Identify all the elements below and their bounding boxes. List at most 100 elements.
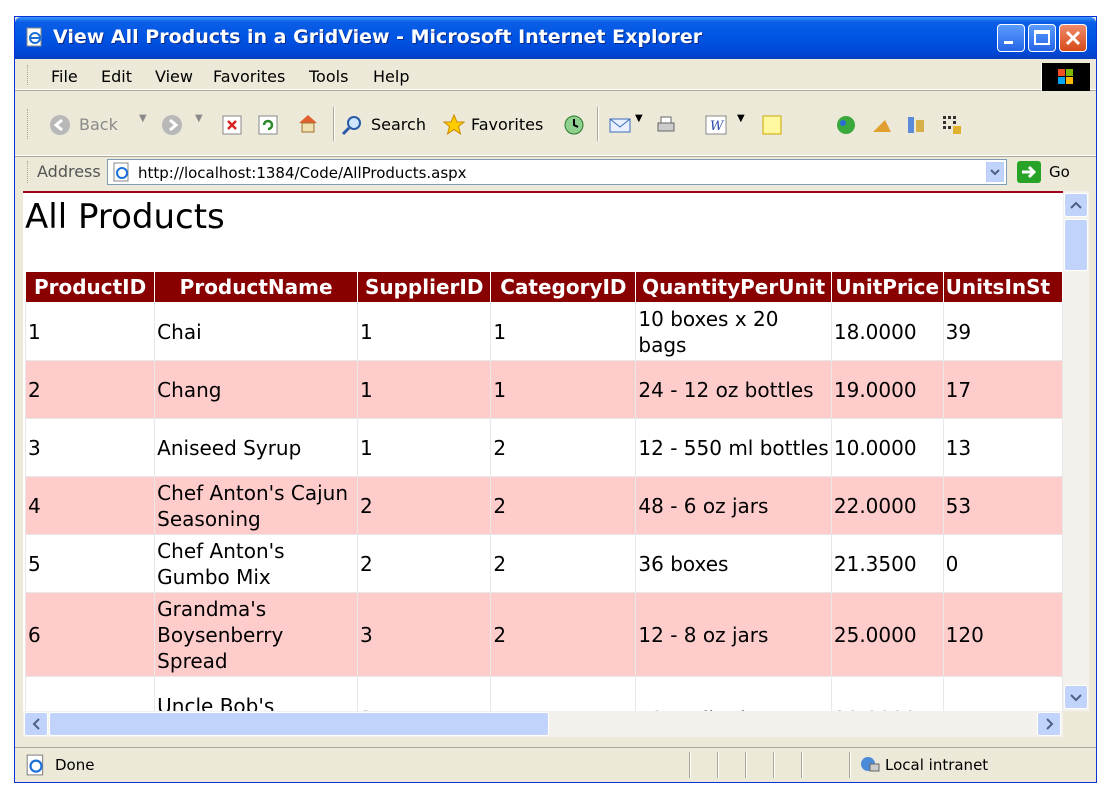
table-cell: 24 - 12 oz bottles (635, 360, 832, 419)
horizontal-scroll-thumb[interactable] (49, 712, 549, 736)
status-divider (717, 752, 718, 778)
edit-dropdown-icon[interactable]: ▼ (737, 113, 745, 124)
back-dropdown-icon[interactable]: ▼ (139, 113, 147, 124)
address-grip[interactable] (27, 161, 31, 183)
table-cell: 15 (942, 676, 1063, 713)
close-icon (1065, 30, 1081, 46)
scroll-left-button[interactable] (24, 712, 48, 736)
menu-help[interactable]: Help (373, 67, 409, 86)
history-icon[interactable] (563, 114, 585, 136)
table-cell: 3 (357, 592, 492, 677)
table-cell: 17 (942, 360, 1063, 419)
messenger-icon[interactable] (835, 114, 857, 136)
maximize-icon (1034, 30, 1050, 45)
table-cell: 48 - 6 oz jars (635, 476, 832, 535)
table-cell: 1 (357, 418, 492, 477)
scrollbar-corner (1063, 711, 1089, 737)
vertical-scrollbar[interactable] (1063, 191, 1089, 711)
home-icon[interactable] (297, 112, 319, 134)
table-cell: 21.3500 (830, 534, 944, 593)
maximize-button[interactable] (1028, 24, 1056, 52)
favorites-button[interactable]: Favorites (443, 111, 547, 139)
back-button[interactable]: Back ▼ (49, 111, 149, 139)
table-cell: 2 (490, 476, 637, 535)
table-cell: 2 (357, 534, 492, 593)
vertical-scroll-thumb[interactable] (1064, 219, 1088, 271)
column-header: SupplierID (357, 271, 492, 303)
ie-page-icon (26, 27, 42, 47)
scroll-down-button[interactable] (1064, 685, 1088, 709)
stop-icon[interactable] (221, 114, 243, 136)
word-edit-icon[interactable]: W (705, 114, 727, 136)
close-button[interactable] (1059, 24, 1087, 52)
mail-icon[interactable] (609, 114, 631, 136)
scroll-right-button[interactable] (1037, 712, 1061, 736)
scroll-up-button[interactable] (1064, 193, 1088, 217)
chevron-left-icon (32, 718, 40, 730)
page-icon (113, 162, 129, 182)
status-divider (849, 752, 850, 778)
menu-file[interactable]: File (51, 67, 78, 86)
table-cell: 39 (942, 302, 1063, 361)
go-label[interactable]: Go (1049, 163, 1070, 181)
go-arrow-icon (1022, 165, 1037, 179)
table-row: 3 Aniseed Syrup 1 2 12 - 550 ml bottles … (24, 418, 1063, 477)
table-cell: 36 boxes (635, 534, 832, 593)
address-dropdown-button[interactable] (986, 162, 1004, 182)
go-button[interactable] (1017, 161, 1041, 183)
chevron-right-icon (1046, 718, 1054, 730)
table-cell: 10 boxes x 20 bags (635, 302, 832, 361)
table-cell: 1 (490, 302, 637, 361)
mail-dropdown-icon[interactable]: ▼ (635, 113, 643, 124)
table-cell: 18.0000 (830, 302, 944, 361)
table-row: 6 Grandma's Boysenberry Spread 3 2 12 - … (24, 592, 1063, 677)
table-cell: Chef Anton's Cajun Seasoning (154, 476, 359, 535)
research-icon[interactable] (871, 114, 893, 136)
local-intranet-icon (861, 757, 880, 772)
chevron-down-icon (1070, 694, 1082, 702)
menu-tools[interactable]: Tools (309, 67, 348, 86)
table-cell: 1 (357, 360, 492, 419)
toolbar-grip[interactable] (27, 109, 31, 139)
status-divider (689, 752, 690, 778)
table-cell: 7 (24, 676, 156, 713)
menu-edit[interactable]: Edit (101, 67, 132, 86)
address-label: Address (37, 162, 101, 181)
minimize-button[interactable] (997, 24, 1025, 52)
column-header: ProductName (154, 271, 359, 303)
related-links-icon[interactable] (905, 114, 927, 136)
horizontal-scrollbar[interactable] (23, 711, 1063, 737)
table-cell: 0 (942, 534, 1063, 593)
address-url: http://localhost:1384/Code/AllProducts.a… (138, 164, 467, 182)
table-cell: 2 (357, 476, 492, 535)
page-done-icon (26, 754, 44, 776)
table-cell: 2 (490, 418, 637, 477)
status-divider (745, 752, 746, 778)
table-cell: 1 (357, 302, 492, 361)
address-input[interactable]: http://localhost:1384/Code/AllProducts.a… (107, 159, 1007, 185)
toolbar-separator (597, 107, 598, 141)
column-header: UnitPrice (830, 271, 944, 303)
table-row: 7 Uncle Bob's Organic Dried 3 7 12 - 1 l… (24, 676, 1063, 713)
table-cell: 3 (357, 676, 492, 713)
chevron-down-icon (990, 169, 1000, 176)
table-cell: 120 (942, 592, 1063, 677)
title-bar[interactable]: View All Products in a GridView - Micros… (15, 17, 1096, 59)
table-cell: 3 (24, 418, 156, 477)
page-title: All Products (25, 197, 225, 237)
tools-grid-icon[interactable] (941, 114, 963, 136)
menu-view[interactable]: View (155, 67, 193, 86)
table-cell: 30.0000 (830, 676, 944, 713)
search-button[interactable]: Search (341, 111, 429, 139)
discuss-note-icon[interactable] (761, 114, 783, 136)
toolbar-separator (333, 107, 334, 141)
menu-grip[interactable] (27, 65, 31, 85)
status-divider (801, 752, 802, 778)
forward-dropdown-icon[interactable]: ▼ (195, 113, 203, 124)
refresh-icon[interactable] (257, 114, 279, 136)
menu-favorites[interactable]: Favorites (213, 67, 285, 86)
print-icon[interactable] (655, 114, 677, 136)
forward-arrow-icon[interactable] (161, 114, 183, 136)
column-header: UnitsInSt (942, 271, 1063, 303)
table-row: 2 Chang 1 1 24 - 12 oz bottles 19.0000 1… (24, 360, 1063, 419)
